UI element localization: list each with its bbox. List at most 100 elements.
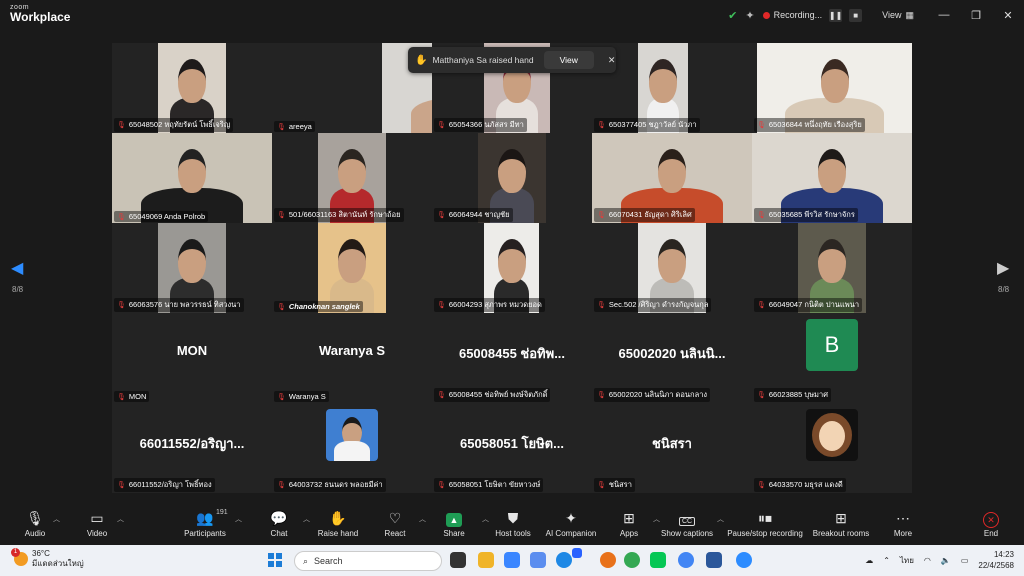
participant-name-label: 🎙 65036844 หนึ่งฤทัย เรืองสุริย bbox=[754, 118, 865, 132]
prev-page-arrow-icon[interactable]: ◀ bbox=[11, 258, 23, 278]
recording-label: Recording... bbox=[773, 10, 823, 20]
muted-mic-icon: 🎙 bbox=[597, 392, 606, 399]
restore-button[interactable]: ❐ bbox=[960, 9, 992, 22]
cloud-icon[interactable]: ☁ bbox=[865, 556, 873, 565]
participant-tile[interactable]: 65008455 ช่อทิพ... 🎙 65008455 ช่อทิพย์ พงษ… bbox=[432, 313, 592, 403]
minimize-button[interactable]: — bbox=[928, 9, 960, 21]
app-icon-1[interactable] bbox=[504, 552, 520, 568]
participant-name-label: 🎙 64003732 ธนนดร พลอยมีค่า bbox=[274, 478, 386, 492]
participant-tile[interactable]: 🎙 66070431 ธัญสุดา ศิริเลิศ bbox=[592, 133, 752, 223]
weather-alert-badge: 1 bbox=[11, 548, 20, 557]
participant-tile[interactable]: 🎙 65035685 พีรวิส รักษาจักร bbox=[752, 133, 912, 223]
show-captions-button[interactable]: CC Show captions ︿ bbox=[652, 507, 724, 538]
participant-tile[interactable]: 🎙 Chanoknan sanglek bbox=[272, 223, 432, 313]
participant-name: 650377405 ชฎาวัลย์ นัวภา bbox=[608, 120, 697, 129]
participants-caret-icon[interactable]: ︿ bbox=[235, 514, 242, 524]
participant-name: 65048502 หฤทัยรัตน์ โพธิ์เจริญ bbox=[128, 120, 231, 129]
firefox-icon[interactable] bbox=[600, 552, 616, 568]
pause-stop-icon: ⏸⏹ bbox=[758, 510, 772, 526]
weather-widget[interactable]: 1 36°C มีแดดส่วนใหญ่ bbox=[11, 548, 84, 569]
copilot-icon[interactable] bbox=[530, 552, 546, 568]
pause-stop-label: Pause/stop recording bbox=[727, 529, 803, 538]
windows-start-icon[interactable] bbox=[268, 553, 282, 567]
participant-name-label: 🎙 Waranya S bbox=[274, 391, 329, 402]
participant-tile[interactable]: 🎙 501/66031163 สิตานันท์ รักษาถ้อย bbox=[272, 133, 432, 223]
notification-view-button[interactable]: View bbox=[543, 51, 594, 69]
file-explorer-icon[interactable] bbox=[478, 552, 494, 568]
word-icon[interactable] bbox=[706, 552, 722, 568]
video-label: Video bbox=[86, 529, 108, 538]
participant-name-label: 🎙 Chanoknan sanglek bbox=[274, 301, 363, 312]
participant-display-name: ชนิสรา bbox=[652, 436, 692, 451]
participant-tile[interactable]: 🎙 66004293 สุภาพร หมวดยอด bbox=[432, 223, 592, 313]
sparkle-icon[interactable]: ✦ bbox=[745, 9, 754, 22]
clock[interactable]: 14:23 22/4/2568 bbox=[978, 549, 1014, 571]
end-meeting-button[interactable]: ✕ End bbox=[956, 507, 1024, 538]
language-indicator[interactable]: ไทย bbox=[900, 554, 914, 567]
edge-browser-icon[interactable] bbox=[556, 552, 572, 568]
muted-mic-icon: 🎙 bbox=[117, 213, 126, 221]
participant-tile[interactable]: 🎙 66063576 นาย พลวรรธน์ ทิสวงนา bbox=[112, 223, 272, 313]
audio-button[interactable]: 🎙 Audio ︿ bbox=[0, 507, 70, 538]
battery-icon[interactable]: ▭ bbox=[961, 556, 969, 565]
participant-tile[interactable]: 🎙 650377405 ชฎาวัลย์ นัวภา bbox=[592, 43, 752, 133]
volume-icon[interactable]: 🔈 bbox=[941, 556, 951, 565]
participant-name: Sec.502 /ศิริญา ดำรงกัญจนกุล bbox=[608, 300, 709, 309]
recording-indicator[interactable]: Recording... ❚❚ ■ bbox=[762, 8, 863, 22]
video-button[interactable]: ▭ Video ︿ bbox=[62, 507, 132, 538]
participant-tile[interactable]: 🎙 65036844 หนึ่งฤทัย เรืองสุริย bbox=[752, 43, 912, 133]
participant-tile[interactable]: 🎙 64003732 ธนนดร พลอยมีค่า bbox=[272, 403, 432, 493]
participant-tile[interactable]: Waranya S 🎙 Waranya S bbox=[272, 313, 432, 403]
more-button[interactable]: ⋯ More bbox=[868, 507, 938, 538]
video-options-caret-icon[interactable]: ︿ bbox=[117, 514, 124, 524]
taskbar-search-box[interactable]: ⌕ Search bbox=[294, 551, 442, 571]
participant-tile[interactable]: ชนิสรา 🎙 ชนิสรา bbox=[592, 403, 752, 493]
participant-name: 66063576 นาย พลวรรธน์ ทิสวงนา bbox=[128, 300, 241, 309]
notification-message: Matthaniya Sa raised hand bbox=[432, 55, 534, 65]
muted-mic-icon: 🎙 bbox=[437, 122, 446, 129]
audio-options-caret-icon[interactable]: ︿ bbox=[53, 514, 60, 524]
muted-mic-icon: 🎙 bbox=[437, 392, 446, 399]
participant-tile[interactable]: B 🎙 66023885 บุษมาศ bbox=[752, 313, 912, 403]
grid-view-icon[interactable]: ▦ bbox=[905, 10, 914, 21]
muted-mic-icon: 🎙 bbox=[117, 482, 126, 489]
breakout-rooms-button[interactable]: ⊞ Breakout rooms bbox=[806, 507, 876, 538]
participant-tile[interactable]: 65058051 โยษิต... 🎙 65058051 โยษิตา ขัยหาว… bbox=[432, 403, 592, 493]
participant-tile[interactable]: 🎙 65049069 Anda Polrob bbox=[112, 133, 272, 223]
pause-recording-button[interactable]: ❚❚ bbox=[829, 8, 842, 22]
more-label: More bbox=[893, 529, 913, 538]
shield-check-icon[interactable]: ✔ bbox=[728, 9, 737, 22]
participants-button[interactable]: 👥 Participants 191 ︿ bbox=[170, 507, 242, 538]
stop-recording-button[interactable]: ■ bbox=[849, 8, 863, 22]
participant-tile[interactable]: 🎙 64033570 มธุรส แดงดี bbox=[752, 403, 912, 493]
participant-tile[interactable]: 🎙 66049047 กนิติต ปานแพนา bbox=[752, 223, 912, 313]
notification-close-icon[interactable]: ✕ bbox=[608, 55, 616, 66]
participant-name-label: 🎙 Sec.502 /ศิริญา ดำรงกัญจนกุล bbox=[594, 298, 712, 312]
participant-name: 64033570 มธุรส แดงดี bbox=[768, 480, 843, 489]
wifi-icon[interactable]: ◠ bbox=[924, 556, 931, 565]
participant-name-label: 🎙 66011552/อริญา โพธิ์ทอง bbox=[114, 478, 215, 492]
search-placeholder: Search bbox=[314, 556, 343, 566]
participant-tile[interactable]: 🎙 66064944 ชาญชัย bbox=[432, 133, 592, 223]
participant-name: 65002020 นลินนิภา ดอนกลาง bbox=[608, 390, 708, 399]
participant-tile[interactable]: 🎙 Sec.502 /ศิริญา ดำรงกัญจนกุล bbox=[592, 223, 752, 313]
participant-display-name: MON bbox=[176, 343, 208, 358]
tray-chevron-icon[interactable]: ⌃ bbox=[883, 556, 890, 565]
task-view-icon[interactable] bbox=[450, 552, 466, 568]
participant-name-label: 🎙 ชนิสรา bbox=[594, 478, 635, 492]
muted-mic-icon: 🎙 bbox=[597, 482, 606, 489]
chrome-profile-icon[interactable] bbox=[678, 552, 694, 568]
muted-mic-icon: 🎙 bbox=[757, 392, 766, 399]
participant-name: areeya bbox=[288, 122, 312, 131]
participant-tile[interactable]: 66011552/อริญา... 🎙 66011552/อริญา โพธิ์ทอ… bbox=[112, 403, 272, 493]
line-app-icon[interactable] bbox=[650, 552, 666, 568]
participant-tile[interactable]: MON 🎙 MON bbox=[112, 313, 272, 403]
close-window-button[interactable]: ✕ bbox=[992, 9, 1024, 22]
pause-stop-recording-button[interactable]: ⏸⏹ Pause/stop recording bbox=[720, 507, 810, 538]
view-menu-button[interactable]: View bbox=[882, 10, 901, 20]
participant-tile[interactable]: 🎙 65048502 หฤทัยรัตน์ โพธิ์เจริญ bbox=[112, 43, 272, 133]
zoom-app-icon[interactable] bbox=[736, 552, 752, 568]
participant-tile[interactable]: 65002020 นลินนิ... 🎙 65002020 นลินนิภา ดอน… bbox=[592, 313, 752, 403]
chrome-icon[interactable] bbox=[624, 552, 640, 568]
next-page-arrow-icon[interactable]: ▶ bbox=[997, 258, 1009, 278]
